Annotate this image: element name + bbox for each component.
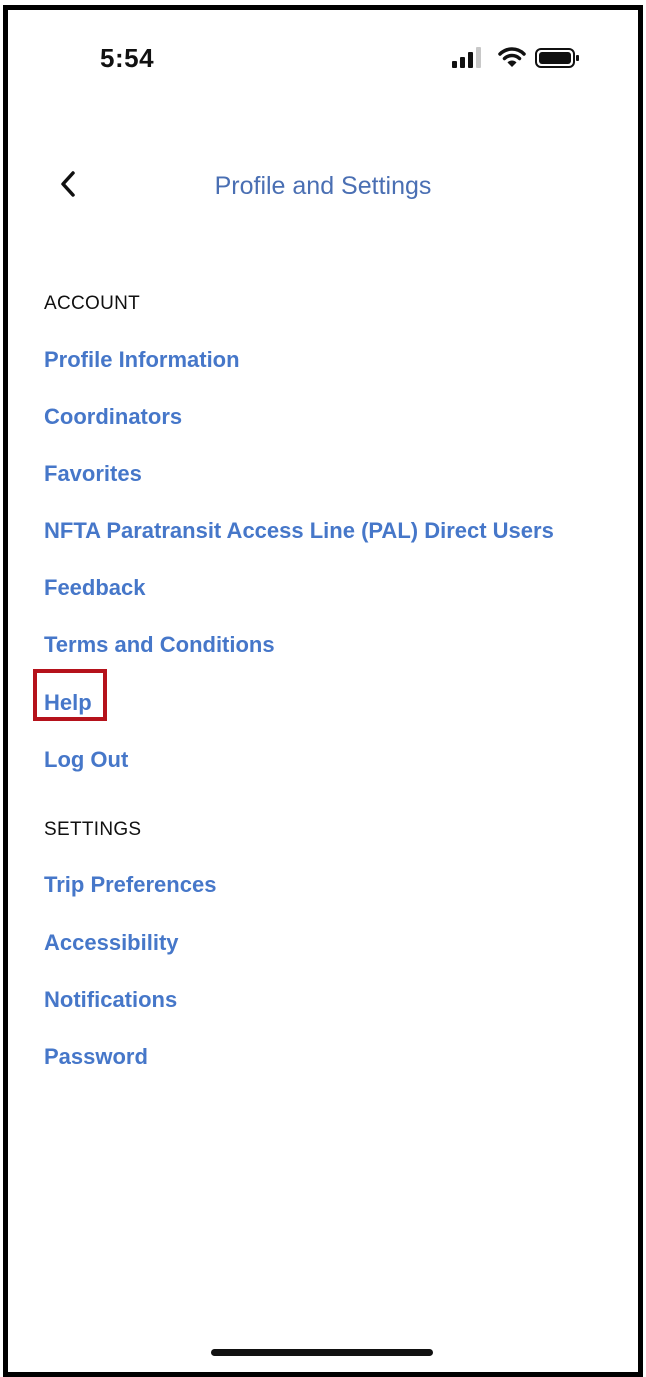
chevron-left-icon xyxy=(58,169,78,204)
help-highlight-box xyxy=(33,669,107,721)
menu-item-terms-and-conditions[interactable]: Terms and Conditions xyxy=(44,632,275,658)
signal-icon xyxy=(452,46,486,75)
menu-item-trip-preferences[interactable]: Trip Preferences xyxy=(44,872,216,898)
menu-item-password[interactable]: Password xyxy=(44,1044,148,1070)
menu-item-coordinators[interactable]: Coordinators xyxy=(44,404,182,430)
nav-bar: Profile and Settings xyxy=(8,160,638,212)
back-button[interactable] xyxy=(48,160,88,212)
section-header-account: ACCOUNT xyxy=(44,293,141,314)
menu-item-feedback[interactable]: Feedback xyxy=(44,575,146,601)
menu-item-profile-information[interactable]: Profile Information xyxy=(44,347,240,373)
home-indicator[interactable] xyxy=(211,1349,433,1356)
status-time: 5:54 xyxy=(100,43,155,73)
menu-item-log-out[interactable]: Log Out xyxy=(44,747,128,773)
wifi-icon xyxy=(498,46,526,75)
status-bar: 5:54 xyxy=(8,10,638,100)
phone-frame: 5:54 Profile and Settings ACCOUNT Profil… xyxy=(3,5,643,1377)
menu-item-notifications[interactable]: Notifications xyxy=(44,987,177,1013)
menu-item-pal-direct-users[interactable]: NFTA Paratransit Access Line (PAL) Direc… xyxy=(44,518,554,544)
menu-item-accessibility[interactable]: Accessibility xyxy=(44,930,179,956)
battery-icon xyxy=(534,46,582,75)
menu-item-favorites[interactable]: Favorites xyxy=(44,461,142,487)
section-header-settings: SETTINGS xyxy=(44,819,142,840)
page-title: Profile and Settings xyxy=(214,172,432,200)
